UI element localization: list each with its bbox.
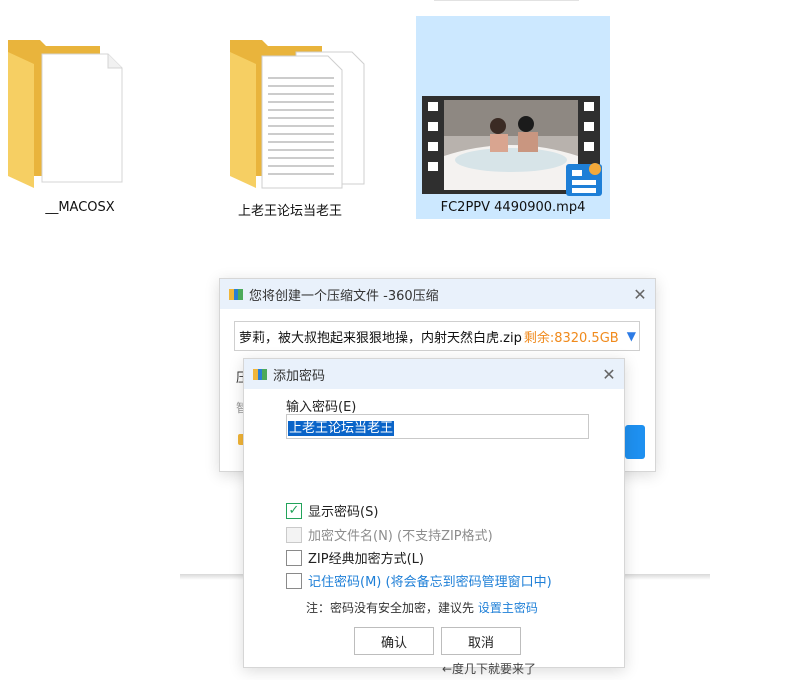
encrypt-filename-label: 加密文件名(N) (不支持ZIP格式) [308, 529, 493, 544]
security-note: 注：密码没有安全加密，建议先 设置主密码 [306, 599, 538, 616]
free-space-label: 剩余:8320.5GB [523, 330, 619, 346]
cancel-button[interactable]: 取消 [441, 627, 521, 655]
zip-classic-encryption-checkbox[interactable]: ZIP经典加密方式(L) [286, 548, 424, 567]
folder-label: 上老王论坛当老王 [237, 204, 342, 219]
checkbox-box [286, 549, 302, 566]
360zip-logo-icon [253, 369, 267, 380]
close-icon[interactable]: ✕ [625, 279, 655, 309]
show-password-label: 显示密码(S) [308, 505, 379, 520]
show-password-checkbox[interactable]: ✓ 显示密码(S) [286, 501, 378, 520]
folder-with-documents-icon [230, 40, 365, 189]
remember-password-label: 记住密码(M) (将会备忘到密码管理窗口中) [308, 575, 552, 590]
zip-classic-encryption-label: ZIP经典加密方式(L) [308, 552, 424, 567]
video-file-icon [422, 96, 602, 196]
confirm-button[interactable]: 确认 [354, 627, 434, 655]
checkbox-box [286, 526, 302, 543]
archive-filename: 萝莉，被大叔抱起来狠狠地操，内射天然白虎.zip [239, 330, 522, 346]
checkmark-icon: ✓ [286, 502, 302, 519]
password-dialog-titlebar: 添加密码 ✕ [244, 359, 624, 389]
password-dialog-title: 添加密码 [273, 368, 326, 384]
folder-item-macosx[interactable]: __MACOSX [0, 16, 160, 219]
folder-label: __MACOSX [45, 200, 115, 215]
password-label: 输入密码(E) [286, 400, 357, 415]
folder-item-laowang[interactable]: 上老王论坛当老王 [210, 16, 370, 219]
compress-start-button[interactable] [625, 425, 645, 459]
bottom-caption-fragment: ←度几下就要来了 [442, 662, 537, 676]
video-file-item[interactable]: FC2PPV 4490900.mp4 [416, 16, 610, 219]
security-note-text: 注：密码没有安全加密，建议先 [306, 601, 478, 615]
compress-window-titlebar: 您将创建一个压缩文件 -360压缩 ✕ [220, 279, 655, 309]
password-value: 上老王论坛当老王 [288, 421, 395, 436]
video-file-label: FC2PPV 4490900.mp4 [440, 200, 586, 215]
chevron-down-icon[interactable]: ▼ [627, 329, 636, 343]
compress-window-title: 您将创建一个压缩文件 -360压缩 [249, 288, 439, 304]
folder-icon [8, 40, 123, 188]
top-edge-sliver [434, 0, 579, 2]
archive-path-field[interactable]: 萝莉，被大叔抱起来狠狠地操，内射天然白虎.zip 剩余:8320.5GB ▼ [234, 321, 640, 351]
close-icon[interactable]: ✕ [594, 359, 624, 389]
encrypt-filename-checkbox: 加密文件名(N) (不支持ZIP格式) [286, 525, 493, 544]
checkbox-box [286, 572, 302, 589]
remember-password-checkbox[interactable]: 记住密码(M) (将会备忘到密码管理窗口中) [286, 571, 552, 590]
password-input[interactable]: 上老王论坛当老王 [286, 414, 589, 439]
set-master-password-link[interactable]: 设置主密码 [478, 601, 538, 615]
add-password-dialog: 添加密码 ✕ 输入密码(E) 上老王论坛当老王 ✓ 显示密码(S) 加密文件名(… [243, 358, 625, 668]
360zip-logo-icon [229, 289, 243, 300]
